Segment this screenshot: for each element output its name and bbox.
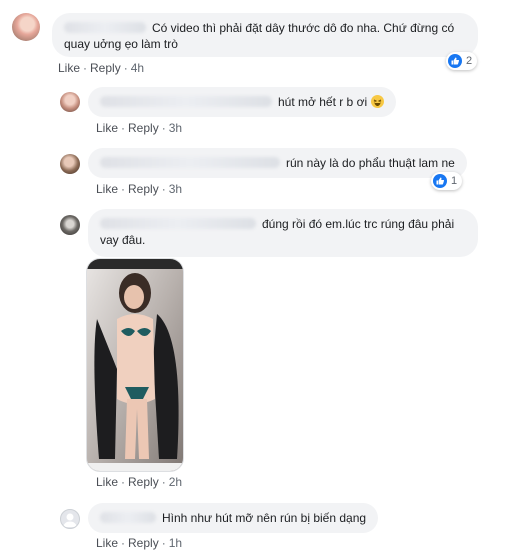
like-reaction-icon	[448, 54, 462, 68]
comment-2: hút mở hết r b ơi Like · Reply · 3h	[0, 82, 508, 142]
comment-actions: Like · Reply · 4h	[58, 61, 144, 75]
author-name[interactable]	[100, 157, 280, 168]
reply-link[interactable]: Reply	[128, 536, 159, 550]
comment-actions: Like · Reply · 2h	[96, 475, 182, 489]
reaction-count[interactable]: 1	[431, 172, 463, 190]
comment-text: rún này là do phẩu thuật lam ne	[286, 156, 455, 170]
comment-actions: Like · Reply · 1h	[96, 536, 182, 550]
reply-link[interactable]: Reply	[128, 475, 159, 489]
reaction-count[interactable]: 2	[446, 52, 478, 70]
separator: ·	[121, 121, 126, 135]
comment-1: Có video thì phải đặt dây thước dô đo nh…	[0, 0, 508, 80]
reply-link[interactable]: Reply	[128, 182, 159, 196]
avatar[interactable]	[60, 154, 80, 174]
separator: ·	[161, 182, 166, 196]
photo-attachment[interactable]	[86, 258, 184, 472]
like-link[interactable]: Like	[96, 475, 118, 489]
separator: ·	[121, 475, 126, 489]
timestamp[interactable]: 4h	[131, 61, 144, 75]
comment-5: Hình như hút mỡ nên rún bị biến dạng Lik…	[0, 496, 508, 556]
reply-link[interactable]: Reply	[90, 61, 121, 75]
author-name[interactable]	[64, 22, 146, 33]
comment-4: đúng rồi đó em.lúc trc rúng đâu phải vay…	[0, 202, 508, 496]
comment-actions: Like · Reply · 3h	[96, 121, 182, 135]
author-name[interactable]	[100, 96, 272, 107]
comment-bubble: hút mở hết r b ơi	[88, 87, 397, 117]
like-link[interactable]: Like	[96, 182, 118, 196]
like-link[interactable]: Like	[96, 536, 118, 550]
reply-link[interactable]: Reply	[128, 121, 159, 135]
like-link[interactable]: Like	[58, 61, 80, 75]
separator: ·	[161, 121, 166, 135]
separator: ·	[161, 536, 166, 550]
laughing-emoji-icon	[371, 95, 385, 108]
author-name[interactable]	[100, 218, 256, 229]
avatar[interactable]	[60, 92, 80, 112]
comment-text: Hình như hút mỡ nên rún bị biến dạng	[162, 511, 367, 525]
like-reaction-icon	[433, 174, 447, 188]
default-avatar-icon[interactable]	[60, 509, 80, 529]
comment-text: hút mở hết r b ơi	[278, 95, 368, 109]
separator: ·	[123, 61, 128, 75]
separator: ·	[161, 475, 166, 489]
reaction-count-text: 2	[466, 55, 473, 67]
avatar[interactable]	[12, 13, 40, 41]
separator: ·	[83, 61, 88, 75]
timestamp[interactable]: 3h	[169, 182, 182, 196]
reaction-count-text: 1	[451, 175, 458, 187]
photo-image	[87, 259, 183, 471]
comment-bubble: rún này là do phẩu thuật lam ne	[88, 148, 467, 178]
comment-bubble: Hình như hút mỡ nên rún bị biến dạng	[88, 503, 379, 533]
author-name[interactable]	[100, 512, 156, 523]
separator: ·	[121, 182, 126, 196]
separator: ·	[121, 536, 126, 550]
comment-bubble: đúng rồi đó em.lúc trc rúng đâu phải vay…	[88, 209, 478, 257]
timestamp[interactable]: 3h	[169, 121, 182, 135]
comment-bubble: Có video thì phải đặt dây thước dô đo nh…	[52, 13, 478, 57]
like-link[interactable]: Like	[96, 121, 118, 135]
timestamp[interactable]: 1h	[169, 536, 182, 550]
avatar[interactable]	[60, 215, 80, 235]
timestamp[interactable]: 2h	[169, 475, 182, 489]
comment-3: rún này là do phẩu thuật lam ne 1 Like · R…	[0, 142, 508, 202]
comment-actions: Like · Reply · 3h	[96, 182, 182, 196]
